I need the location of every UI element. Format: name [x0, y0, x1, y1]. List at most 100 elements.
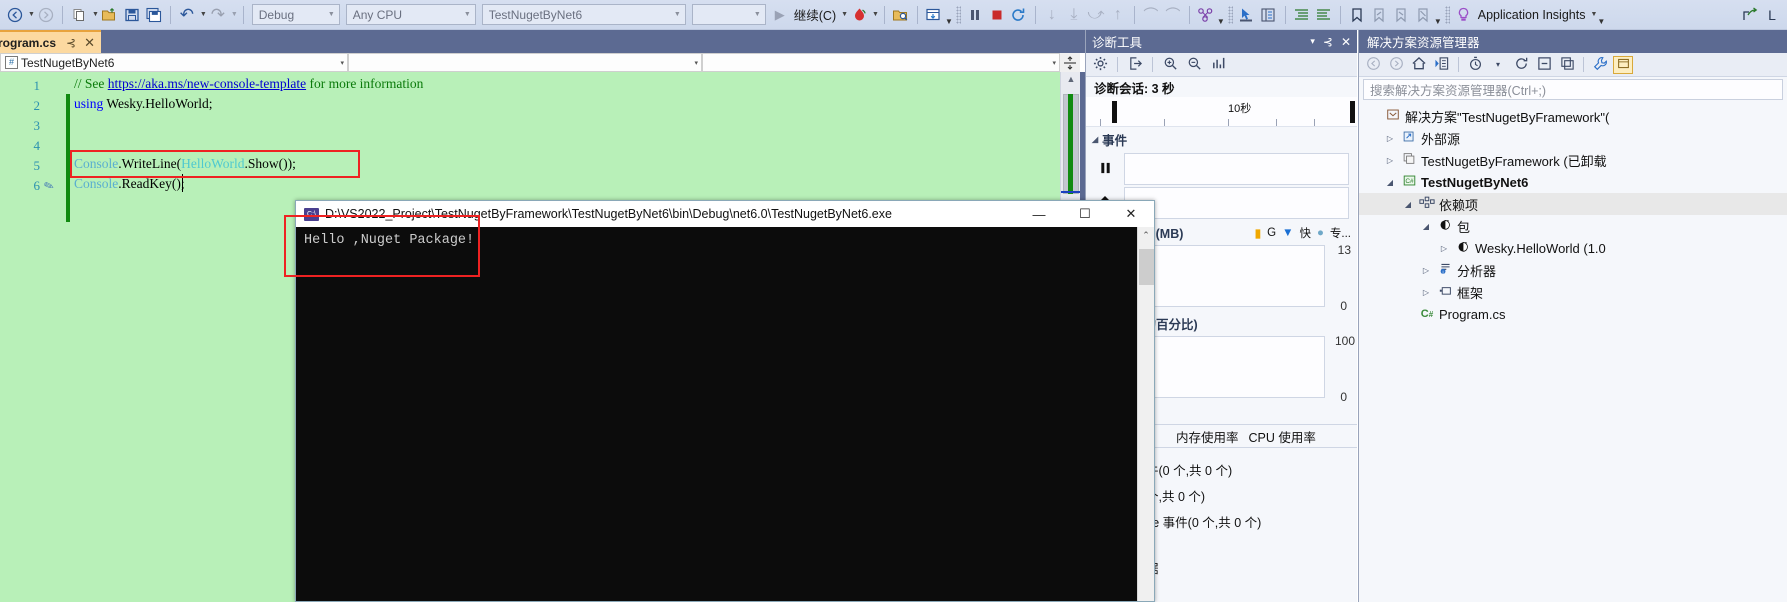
application-insights-button[interactable]: Application Insights — [1475, 8, 1589, 22]
minimize-button[interactable]: — — [1016, 201, 1062, 227]
tree-node-project-framework[interactable]: ▷ TestNugetByFramework (已卸载 — [1359, 149, 1787, 171]
toggle-bookmark-icon[interactable] — [1346, 3, 1368, 27]
live-share-icon[interactable]: L — [1761, 3, 1783, 27]
undo-icon[interactable]: ↶ — [176, 3, 198, 27]
redo-caret[interactable]: ▼ — [231, 11, 238, 18]
scroll-up-arrow-icon[interactable]: ▲ — [1061, 74, 1081, 84]
restart-icon[interactable] — [1008, 3, 1030, 27]
tree-node-external-sources[interactable]: ▷ 外部源 — [1359, 127, 1787, 149]
expander[interactable]: ◢ — [1399, 200, 1417, 209]
scroll-up-arrow-icon[interactable]: ⌃ — [1138, 227, 1154, 241]
tree-node-frameworks[interactable]: ▷ 框架 — [1359, 281, 1787, 303]
hot-reload-icon[interactable] — [848, 3, 870, 27]
timeline-ruler[interactable]: 10秒 — [1086, 97, 1357, 127]
tab-program-cs[interactable]: rogram.cs ⊰ ✕ — [0, 30, 101, 53]
undo-caret[interactable]: ▼ — [200, 11, 207, 18]
history-icon[interactable] — [1465, 56, 1485, 74]
code-map-caret[interactable]: ▼ — [1217, 17, 1225, 26]
tree-node-project-net6[interactable]: ◢ C# TestNugetByNet6 — [1359, 171, 1787, 193]
home-icon[interactable] — [1409, 56, 1429, 74]
expander[interactable]: ▷ — [1417, 266, 1435, 275]
maximize-button[interactable]: ☐ — [1062, 201, 1108, 227]
wrench-icon[interactable] — [1590, 56, 1610, 74]
close-button[interactable]: ✕ — [1108, 201, 1154, 227]
toolbar-grip[interactable] — [1227, 5, 1233, 24]
navbar-type-dropdown[interactable]: # TestNugetByNet6 ▾ — [0, 53, 348, 72]
console-window-titlebar[interactable]: C:\ D:\VS2022_Project\TestNugetByFramewo… — [296, 201, 1154, 227]
tree-node-solution[interactable]: 解决方案"TestNugetByFramework"( — [1359, 105, 1787, 127]
pin-icon[interactable]: ⊰ — [66, 36, 76, 50]
share-icon[interactable] — [1739, 3, 1761, 27]
navigate-backward-button[interactable] — [4, 3, 26, 27]
save-icon[interactable] — [121, 3, 143, 27]
gear-icon[interactable] — [1090, 56, 1110, 74]
expander[interactable]: ▷ — [1417, 288, 1435, 297]
refresh-icon[interactable] — [1511, 56, 1531, 74]
close-icon[interactable]: ✕ — [84, 35, 95, 51]
solution-platform-combo[interactable]: Any CPU ▼ — [345, 4, 476, 25]
solution-explorer-search-input[interactable]: 搜索解决方案资源管理器(Ctrl+;) — [1363, 79, 1783, 100]
extra-combo[interactable]: ▼ — [691, 4, 766, 25]
chart-icon[interactable] — [1208, 56, 1228, 74]
console-window[interactable]: C:\ D:\VS2022_Project\TestNugetByFramewo… — [284, 200, 1155, 602]
expander[interactable]: ▷ — [1381, 134, 1399, 143]
pin-icon[interactable]: ⊰ — [1323, 35, 1333, 49]
pointer-select-icon[interactable] — [1236, 3, 1258, 27]
toggle-layout-icon[interactable] — [1258, 3, 1280, 27]
navigate-backward-caret[interactable]: ▼ — [28, 11, 35, 18]
break-all-caret[interactable]: ▼ — [945, 17, 953, 26]
continue-button[interactable]: 继续(C) — [791, 5, 839, 24]
expander[interactable]: ▷ — [1381, 156, 1399, 165]
navbar-member-dropdown[interactable]: ▾ — [348, 53, 702, 72]
new-item-caret[interactable]: ▼ — [92, 11, 99, 18]
code-link[interactable]: https://aka.ms/new-console-template — [108, 76, 306, 91]
show-all-files-icon[interactable] — [1557, 56, 1577, 74]
events-group-header[interactable]: ◢ 事件 — [1086, 127, 1357, 152]
new-item-icon[interactable] — [68, 3, 90, 27]
continue-caret[interactable]: ▼ — [841, 11, 848, 18]
split-window-button[interactable] — [1060, 53, 1080, 72]
open-file-icon[interactable] — [99, 3, 121, 27]
bookmarks-caret[interactable]: ▼ — [1434, 17, 1442, 26]
lightbulb-icon[interactable] — [1453, 3, 1475, 27]
increase-indent-icon[interactable] — [1291, 3, 1313, 27]
pause-icon[interactable] — [964, 3, 986, 27]
preview-icon[interactable] — [1613, 55, 1633, 74]
startup-project-combo[interactable]: TestNugetByNet6 ▼ — [481, 4, 686, 25]
insights-overflow-caret[interactable]: ▼ — [1597, 17, 1605, 26]
scrollbar-thumb[interactable] — [1139, 249, 1154, 285]
expander[interactable]: ◢ — [1381, 178, 1399, 187]
solution-configuration-combo[interactable]: Debug ▼ — [251, 4, 340, 25]
save-all-icon[interactable] — [143, 3, 165, 27]
application-insights-caret[interactable]: ▼ — [1590, 11, 1597, 18]
stop-debugging-icon[interactable] — [986, 3, 1008, 27]
tab-memory-usage[interactable]: 内存使用率 — [1176, 427, 1239, 446]
tree-node-program-cs[interactable]: C# Program.cs — [1359, 303, 1787, 325]
hot-reload-caret[interactable]: ▼ — [872, 11, 879, 18]
tree-node-dependencies[interactable]: ◢ 依赖项 — [1359, 193, 1787, 215]
tree-node-analyzers[interactable]: ▷ i 分析器 — [1359, 259, 1787, 281]
zoom-in-icon[interactable] — [1160, 56, 1180, 74]
pending-changes-icon[interactable] — [1432, 56, 1452, 74]
navbar-extra-dropdown[interactable]: ▾ — [702, 53, 1060, 72]
toolbar-grip[interactable] — [955, 5, 961, 24]
console-output-area[interactable]: Hello ,Nuget Package! — [296, 227, 1154, 601]
collapse-all-icon[interactable] — [1534, 56, 1554, 74]
tree-node-package-wesky-helloworld[interactable]: ▷ Wesky.HelloWorld (1.0 — [1359, 237, 1787, 259]
break-all-icon[interactable] — [923, 3, 945, 27]
show-diagnostics-icon[interactable] — [890, 3, 912, 27]
toolbar-grip[interactable] — [1444, 5, 1450, 24]
code-map-icon[interactable] — [1195, 3, 1217, 27]
chevron-down-icon[interactable]: ▾ — [1488, 60, 1508, 69]
zoom-out-icon[interactable] — [1184, 56, 1204, 74]
chevron-down-icon[interactable]: ▾ — [1310, 36, 1315, 47]
events-track-lane — [1124, 187, 1349, 219]
tree-node-packages[interactable]: ◢ 包 — [1359, 215, 1787, 237]
tab-cpu-usage[interactable]: CPU 使用率 — [1249, 427, 1316, 446]
console-scrollbar[interactable]: ⌃ — [1137, 227, 1154, 601]
expander[interactable]: ◢ — [1417, 222, 1435, 231]
expander[interactable]: ▷ — [1435, 244, 1453, 253]
close-icon[interactable]: ✕ — [1341, 35, 1351, 49]
export-icon[interactable] — [1125, 56, 1145, 74]
decrease-indent-icon[interactable] — [1313, 3, 1335, 27]
